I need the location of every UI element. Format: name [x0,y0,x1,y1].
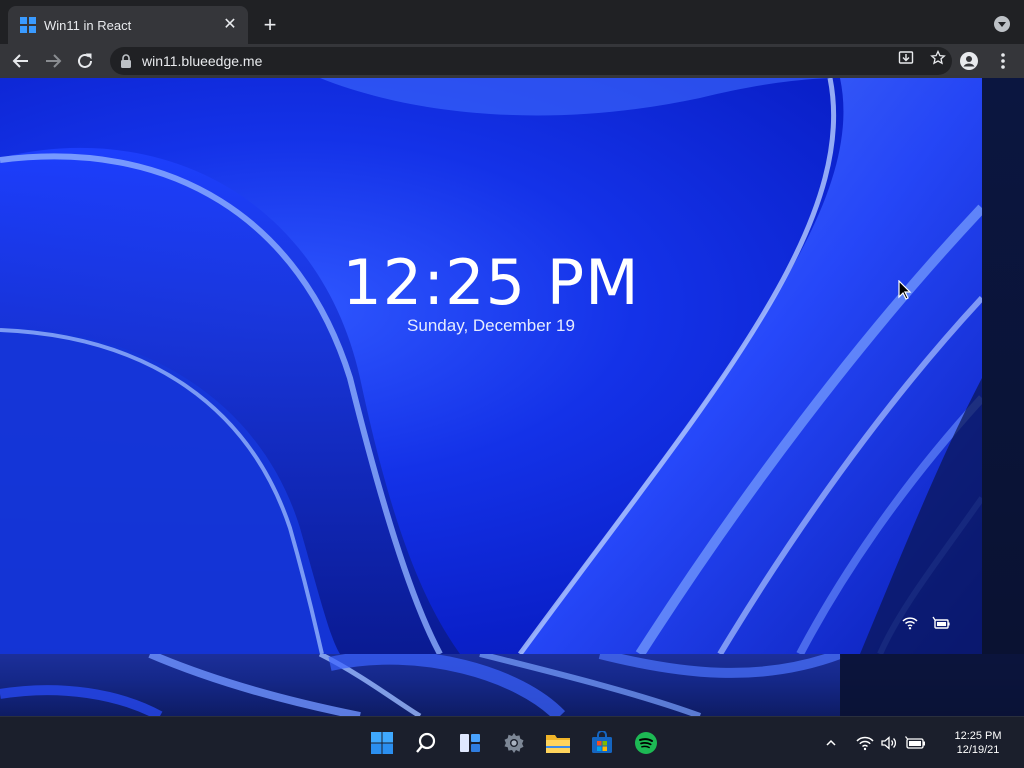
store-button[interactable] [584,725,620,761]
spotify-icon [635,732,657,754]
lock-screen-status [902,616,950,630]
forward-arrow-icon [46,54,62,68]
star-icon[interactable] [930,50,946,66]
new-tab-button[interactable]: + [258,14,282,38]
windows-logo-icon [20,17,36,33]
settings-icon [504,733,524,753]
address-bar[interactable]: win11.blueedge.me [110,47,952,75]
reload-button[interactable] [72,48,98,74]
wifi-icon[interactable] [856,735,874,751]
lock-screen[interactable]: 12:25 PM Sunday, December 19 [0,78,982,654]
back-button[interactable] [8,48,34,74]
search-button[interactable] [408,725,444,761]
volume-icon[interactable] [880,735,898,751]
settings-button[interactable] [496,725,532,761]
reload-icon [78,53,92,68]
mouse-cursor-icon [898,280,912,300]
menu-dots-icon [1001,53,1005,69]
url-text[interactable]: win11.blueedge.me [142,53,262,69]
battery-icon[interactable] [904,735,926,751]
taskbar: 12:25 PM 12/19/21 [0,716,1024,768]
bloom-wallpaper-desktop [0,654,1024,716]
file-explorer-icon [546,735,570,753]
spotify-button[interactable] [628,725,664,761]
desktop-background-edge [982,78,1024,654]
omnibox-actions [898,50,946,66]
back-arrow-icon [12,54,28,68]
store-icon [592,731,612,753]
lock-screen-date: Sunday, December 19 [407,316,575,335]
profile-button[interactable] [956,48,982,74]
start-button[interactable] [364,725,400,761]
battery-charging-icon [932,616,950,629]
widgets-icon [460,734,480,752]
browser-menu-button[interactable] [990,48,1016,74]
web-page: 12:25 PM Sunday, December 19 12:25 PM 12… [0,78,1024,768]
tab-search-icon[interactable] [994,16,1010,32]
tab-title: Win11 in React [44,17,132,33]
bloom-wallpaper [0,78,982,654]
file-explorer-button[interactable] [540,725,576,761]
system-tray: 12:25 PM 12/19/21 [824,717,1024,768]
taskbar-clock[interactable]: 12:25 PM 12/19/21 [944,729,1012,757]
browser-tab[interactable]: Win11 in React ✕ [8,6,248,44]
taskbar-time: 12:25 PM [954,730,1002,742]
chevron-up-icon[interactable] [824,736,838,750]
lock-icon [121,54,131,68]
desktop-wallpaper [0,654,1024,716]
profile-icon [960,52,978,70]
wifi-icon [902,617,918,630]
tab-close-button[interactable]: ✕ [222,17,238,33]
lock-screen-time: 12:25 PM [342,246,640,319]
search-icon [416,732,436,753]
browser-toolbar: win11.blueedge.me [0,44,1024,78]
taskbar-apps [364,725,664,761]
widgets-button[interactable] [452,725,488,761]
browser-tabstrip: Win11 in React ✕ + [0,0,1024,44]
start-icon [371,732,393,754]
install-app-icon[interactable] [898,50,914,66]
forward-button[interactable] [40,48,66,74]
tray-icons [824,735,926,751]
taskbar-date: 12/19/21 [956,744,1000,756]
